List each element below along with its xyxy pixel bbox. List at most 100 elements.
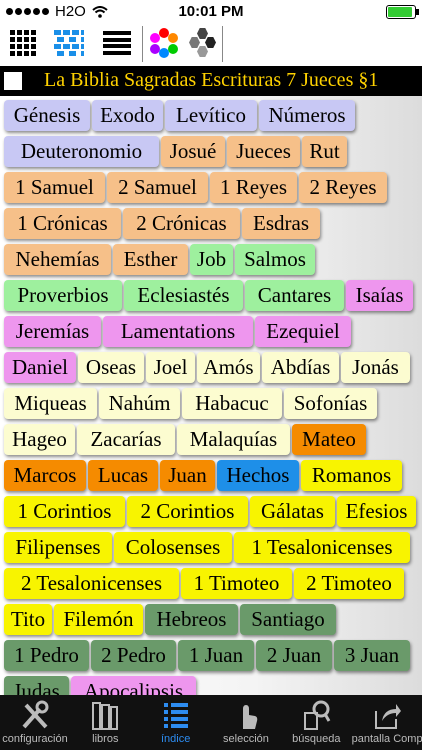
book-button[interactable]: 2 Corintios <box>127 496 248 527</box>
book-button[interactable]: Josué <box>161 136 225 167</box>
tab-libros[interactable]: libros <box>70 695 140 750</box>
book-button[interactable]: Jeremías <box>4 316 101 347</box>
page-title: La Biblia Sagradas Escrituras 7 Jueces §… <box>44 69 379 91</box>
book-button[interactable]: 1 Reyes <box>210 172 297 203</box>
book-button[interactable]: 1 Crónicas <box>4 208 121 239</box>
book-button[interactable]: Zacarías <box>77 424 175 455</box>
book-button[interactable]: Marcos <box>4 460 86 491</box>
book-button[interactable]: Sofonías <box>284 388 377 419</box>
book-button[interactable]: 2 Timoteo <box>294 568 404 599</box>
book-button[interactable]: 3 Juan <box>334 640 410 671</box>
gray-mode-button[interactable] <box>183 24 221 62</box>
list-view-button[interactable] <box>98 24 136 62</box>
book-button[interactable]: Hageo <box>4 424 75 455</box>
title-square-icon <box>4 72 22 90</box>
hexagon-gray-icon <box>187 28 217 58</box>
status-bar: H2O 10:01 PM <box>0 0 422 22</box>
toolbar-divider <box>142 26 143 62</box>
list-lines-icon <box>103 31 131 55</box>
tab-configuracion[interactable]: configuración <box>0 695 70 750</box>
book-button[interactable]: Joel <box>146 352 195 383</box>
book-button[interactable]: Efesios <box>337 496 416 527</box>
tab-pantalla[interactable]: pantalla Completa <box>352 695 422 750</box>
book-button[interactable]: Juan <box>160 460 215 491</box>
book-button[interactable]: Nehemías <box>4 244 111 275</box>
book-index: Génesis Exodo Levítico Números Deuteronomio J… <box>0 96 422 695</box>
book-button[interactable]: Daniel <box>4 352 76 383</box>
book-button[interactable]: Jueces <box>227 136 300 167</box>
book-button[interactable]: Exodo <box>92 100 163 131</box>
brick-layout-icon <box>54 30 84 56</box>
color-palette-icon <box>149 28 179 58</box>
book-button[interactable]: Nahúm <box>99 388 180 419</box>
book-button[interactable]: Filipenses <box>4 532 112 563</box>
book-button[interactable]: Tito <box>4 604 52 635</box>
book-button[interactable]: Gálatas <box>250 496 335 527</box>
book-button[interactable]: Isaías <box>346 280 413 311</box>
book-button[interactable]: 1 Juan <box>178 640 254 671</box>
book-button[interactable]: Hechos <box>217 460 299 491</box>
book-button[interactable]: Hebreos <box>145 604 238 635</box>
view-toolbar <box>0 22 422 66</box>
search-book-icon <box>301 699 331 731</box>
grid-view-button[interactable] <box>4 24 42 62</box>
book-button[interactable]: Miqueas <box>4 388 97 419</box>
book-button[interactable]: Romanos <box>301 460 402 491</box>
book-button[interactable]: Mateo <box>292 424 366 455</box>
tab-busqueda[interactable]: búsqueda <box>281 695 351 750</box>
tab-label: selección <box>223 733 269 745</box>
book-button[interactable]: Jonás <box>341 352 410 383</box>
book-button[interactable]: Malaquías <box>177 424 290 455</box>
list-icon <box>161 699 191 731</box>
tab-label: índice <box>160 733 191 745</box>
book-button[interactable]: 2 Crónicas <box>123 208 240 239</box>
book-button[interactable]: Esther <box>113 244 188 275</box>
book-button[interactable]: 1 Timoteo <box>181 568 292 599</box>
book-button[interactable]: 2 Tesalonicenses <box>4 568 179 599</box>
clock: 10:01 PM <box>178 3 244 20</box>
book-button[interactable]: Rut <box>302 136 347 167</box>
book-button[interactable]: Santiago <box>240 604 336 635</box>
book-button[interactable]: Proverbios <box>4 280 122 311</box>
battery-fill <box>388 7 412 17</box>
book-button[interactable]: Judas <box>4 676 69 695</box>
book-button[interactable]: Abdías <box>262 352 339 383</box>
book-button[interactable]: Habacuc <box>182 388 282 419</box>
book-button[interactable]: 1 Pedro <box>4 640 89 671</box>
book-button[interactable]: Lucas <box>88 460 158 491</box>
book-button[interactable]: 2 Juan <box>256 640 332 671</box>
book-button[interactable]: 1 Samuel <box>4 172 105 203</box>
book-button[interactable]: Filemón <box>54 604 143 635</box>
book-button[interactable]: 1 Tesalonicenses <box>234 532 410 563</box>
tab-label: búsqueda <box>292 733 341 745</box>
book-button[interactable]: Deuteronomio <box>4 136 159 167</box>
book-button[interactable]: Eclesiastés <box>124 280 243 311</box>
book-button[interactable]: Levítico <box>165 100 257 131</box>
tab-label: pantalla Completa <box>351 733 422 745</box>
book-button[interactable]: Cantares <box>245 280 344 311</box>
book-button[interactable]: Job <box>190 244 233 275</box>
tab-seleccion[interactable]: selección <box>211 695 281 750</box>
book-button[interactable]: 2 Reyes <box>299 172 387 203</box>
tab-bar: configuración libros índice selección búsque… <box>0 695 422 750</box>
color-mode-button[interactable] <box>145 24 183 62</box>
book-button[interactable]: Apocalipsis <box>71 676 196 695</box>
book-button[interactable]: Salmos <box>235 244 315 275</box>
book-button[interactable]: 2 Pedro <box>91 640 176 671</box>
book-button[interactable]: Oseas <box>78 352 144 383</box>
book-button[interactable]: 2 Samuel <box>107 172 208 203</box>
brick-view-button[interactable] <box>50 24 88 62</box>
pointer-hand-icon <box>231 699 261 731</box>
toolbar-divider-2 <box>222 26 223 62</box>
battery-icon <box>386 5 419 19</box>
book-button[interactable]: 1 Corintios <box>4 496 125 527</box>
grid-icon <box>10 30 36 56</box>
book-button[interactable]: Lamentations <box>103 316 253 347</box>
book-button[interactable]: Génesis <box>4 100 90 131</box>
book-button[interactable]: Amós <box>197 352 260 383</box>
book-button[interactable]: Números <box>259 100 355 131</box>
book-button[interactable]: Esdras <box>242 208 320 239</box>
book-button[interactable]: Ezequiel <box>255 316 351 347</box>
book-button[interactable]: Colosenses <box>114 532 232 563</box>
tab-indice[interactable]: índice <box>141 695 211 750</box>
